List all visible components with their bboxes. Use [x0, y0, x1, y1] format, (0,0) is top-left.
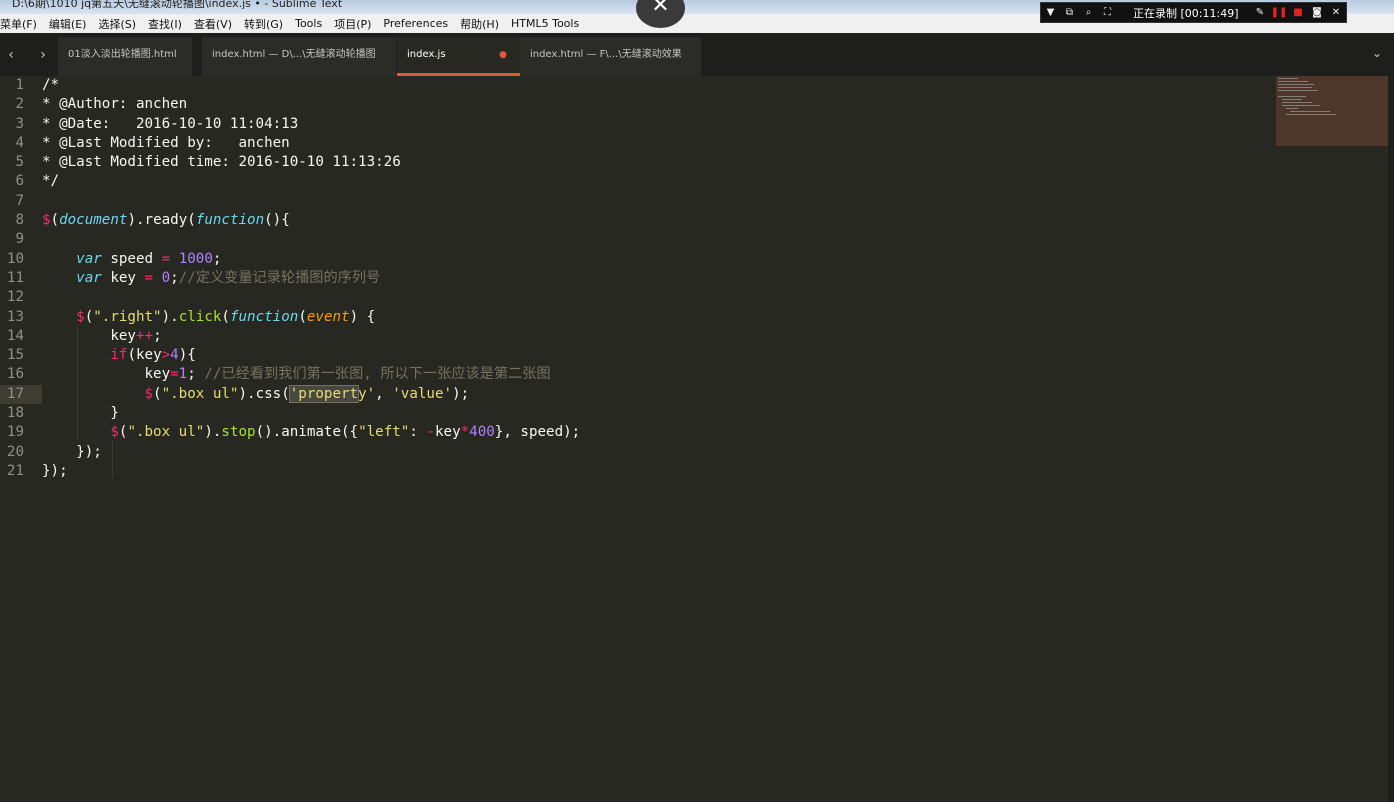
- code-line-13: $(".right").click(function(event) {: [76, 308, 376, 325]
- pen-icon[interactable]: ✎: [1250, 7, 1269, 18]
- tab-label: index.html — D\...\无缝滚动轮播图: [212, 49, 376, 60]
- tab-index-js[interactable]: index.js ●: [397, 37, 520, 76]
- line-number: 5: [15, 154, 24, 171]
- line-number: 18: [6, 405, 24, 422]
- region-icon[interactable]: ⛶: [1098, 7, 1117, 18]
- pause-icon[interactable]: ❚❚: [1269, 7, 1288, 18]
- menu-selection[interactable]: 选择(S): [92, 16, 142, 32]
- minimap[interactable]: [1276, 76, 1388, 146]
- tab-label: index.html — F\...\无缝滚动效果: [530, 49, 682, 60]
- stop-icon[interactable]: ■: [1288, 7, 1307, 18]
- menu-tools[interactable]: Tools: [289, 17, 328, 30]
- line-number: 7: [15, 192, 24, 209]
- minimap-line: [1282, 99, 1302, 100]
- menu-html5-tools[interactable]: HTML5 Tools: [505, 17, 585, 30]
- line-number: 12: [6, 289, 24, 306]
- menu-preferences[interactable]: Preferences: [377, 17, 454, 30]
- recording-status: 正在录制 [00:11:49]: [1133, 6, 1239, 20]
- code-line-3: * @Date: 2016-10-10 11:04:13: [42, 115, 299, 132]
- menu-view[interactable]: 查看(V): [188, 16, 238, 32]
- line-number: 3: [15, 115, 24, 132]
- code-line-4: * @Last Modified by: anchen: [42, 134, 290, 151]
- minimap-line: [1278, 96, 1306, 97]
- code-line-21: });: [42, 462, 68, 479]
- line-number: 2: [15, 96, 24, 113]
- code-line-8: $(document).ready(function(){: [42, 212, 290, 229]
- code-line-2: * @Author: anchen: [42, 96, 188, 113]
- tab-next-icon[interactable]: ›: [33, 45, 53, 65]
- line-number: 17: [6, 385, 24, 402]
- code-line-5: * @Last Modified time: 2016-10-10 11:13:…: [42, 154, 401, 171]
- minimap-line: [1286, 114, 1336, 115]
- code-line-18: }: [42, 405, 119, 422]
- minimap-line: [1282, 102, 1312, 103]
- tab-bar: ‹ › 01淡入淡出轮播图.html index.html — D\...\无缝…: [0, 33, 1394, 76]
- menu-goto[interactable]: 转到(G): [238, 16, 289, 32]
- menu-find[interactable]: 查找(I): [142, 16, 188, 32]
- window-icon[interactable]: ⧉: [1060, 7, 1079, 18]
- tab-label: index.js: [407, 49, 446, 60]
- menu-edit[interactable]: 编辑(E): [43, 16, 93, 32]
- line-number: 14: [6, 327, 24, 344]
- line-number: 15: [6, 347, 24, 364]
- tab-prev-icon[interactable]: ‹: [1, 45, 21, 65]
- line-number: 1: [15, 77, 24, 93]
- selected-placeholder: 'propert: [288, 384, 360, 403]
- minimap-line: [1278, 87, 1312, 88]
- line-number: 11: [6, 269, 24, 286]
- unsaved-dot-icon[interactable]: ●: [499, 37, 507, 73]
- line-number: 9: [15, 231, 24, 248]
- menu-file[interactable]: 菜单(F): [0, 16, 43, 32]
- line-number: 4: [15, 134, 24, 151]
- minimap-line: [1286, 108, 1298, 109]
- tab-index-html-d[interactable]: index.html — D\...\无缝滚动轮播图: [202, 37, 396, 76]
- line-number: 8: [15, 212, 24, 229]
- sublime-window: D:\6期\1010 jq第五天\无缝滚动轮播图\index.js • - Su…: [0, 0, 1394, 802]
- line-number: 20: [6, 443, 24, 460]
- code-line-6: */: [42, 173, 60, 190]
- vertical-scrollbar[interactable]: [1388, 76, 1394, 802]
- tab-list-dropdown-icon[interactable]: ⌄: [1372, 46, 1382, 60]
- tab-label: 01淡入淡出轮播图.html: [68, 49, 177, 60]
- line-number: 19: [6, 424, 24, 441]
- code-line-19: $(".box ul").stop().animate({"left": -ke…: [110, 424, 581, 441]
- camera-icon[interactable]: ◙: [1307, 7, 1326, 18]
- minimap-line: [1278, 78, 1298, 79]
- minimap-line: [1290, 111, 1330, 112]
- close-recorder-icon[interactable]: ✕: [1326, 7, 1345, 18]
- menu-project[interactable]: 项目(P): [328, 16, 377, 32]
- code-line-17: $(".box ul").css('property', 'value');: [144, 384, 470, 403]
- menu-help[interactable]: 帮助(H): [454, 16, 505, 32]
- line-number: 13: [6, 308, 24, 325]
- line-number-gutter: 1 2 3 4 5 6 7 8 9 10 11 12 13 14 15 16 1…: [0, 76, 30, 481]
- code-line-1: /*: [42, 77, 60, 93]
- screen-recorder-toolbar: ▼ ⧉ ⌕ ⛶ 正在录制 [00:11:49] ✎ ❚❚ ■ ◙ ✕: [1040, 2, 1347, 23]
- minimap-line: [1278, 84, 1314, 85]
- line-number: 16: [6, 366, 24, 383]
- window-title: D:\6期\1010 jq第五天\无缝滚动轮播图\index.js • - Su…: [12, 0, 343, 10]
- line-number: 21: [6, 462, 24, 479]
- code-area[interactable]: /* * @Author: anchen * @Date: 2016-10-10…: [42, 76, 580, 481]
- code-line-11: var key = 0;//定义变量记录轮播图的序列号: [76, 269, 381, 286]
- minimap-line: [1278, 81, 1308, 82]
- code-line-14: key++;: [110, 327, 162, 344]
- code-editor[interactable]: 1 2 3 4 5 6 7 8 9 10 11 12 13 14 15 16 1…: [0, 76, 1394, 802]
- minimap-line: [1278, 90, 1318, 91]
- tab-index-html-f[interactable]: index.html — F\...\无缝滚动效果: [520, 37, 701, 76]
- code-line-20: });: [42, 443, 102, 460]
- dropdown-icon[interactable]: ▼: [1041, 7, 1060, 18]
- minimap-line: [1282, 105, 1320, 106]
- code-line-16: key=1; //已经看到我们第一张图, 所以下一张应该是第二张图: [144, 366, 551, 383]
- code-line-15: if(key>4){: [110, 347, 196, 364]
- code-line-10: var speed = 1000;: [76, 250, 222, 267]
- zoom-icon[interactable]: ⌕: [1079, 7, 1098, 18]
- tab-01-fade-carousel[interactable]: 01淡入淡出轮播图.html: [58, 37, 192, 76]
- line-number: 6: [15, 173, 24, 190]
- line-number: 10: [6, 250, 24, 267]
